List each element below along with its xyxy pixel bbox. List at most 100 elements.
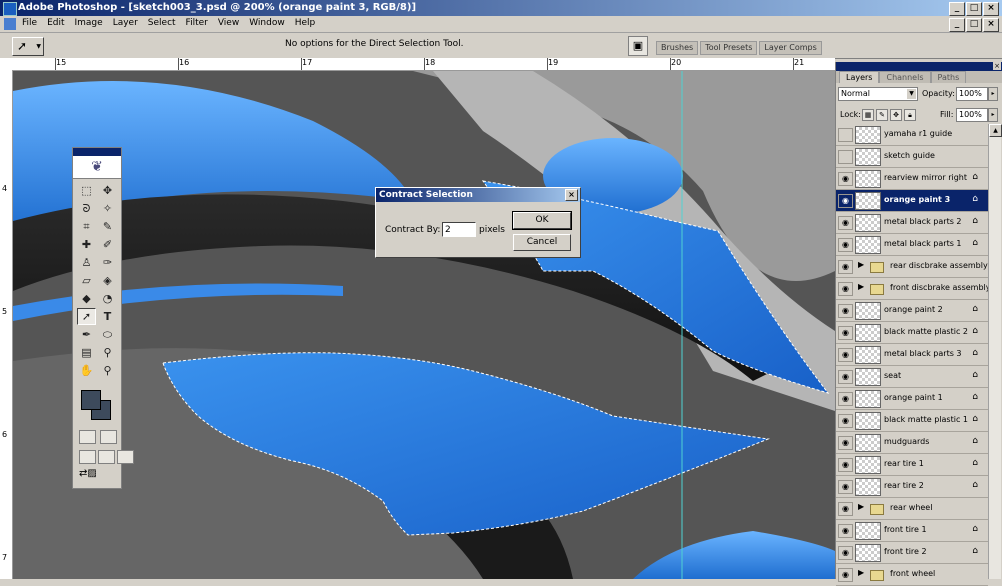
eye-icon[interactable]: ◉ [838, 282, 853, 296]
shape-tool-icon[interactable]: ⬭ [98, 326, 117, 343]
menu-file[interactable]: File [22, 18, 37, 28]
layer-row[interactable]: ◉ metal black parts 3 ⌂ [836, 344, 988, 366]
eye-icon[interactable]: ◉ [838, 458, 853, 472]
layers-palette-header[interactable]: × [836, 62, 1002, 71]
eye-icon[interactable]: ◉ [838, 480, 853, 494]
doc-close-button[interactable]: × [983, 18, 999, 32]
layer-row[interactable]: ◉ mudguards ⌂ [836, 432, 988, 454]
direct-selection-tool-icon[interactable]: ➚ [77, 308, 96, 325]
palette-close-icon[interactable]: × [993, 62, 1001, 70]
layer-row[interactable]: ◉ front tire 2 ⌂ [836, 542, 988, 564]
magic-wand-tool-icon[interactable]: ✧ [98, 200, 117, 217]
eye-icon[interactable]: ◉ [838, 546, 853, 560]
layer-row[interactable]: ◉ metal black parts 2 ⌂ [836, 212, 988, 234]
tab-layers[interactable]: Layers [839, 71, 880, 83]
expand-triangle-icon[interactable]: ▶ [858, 568, 864, 577]
dialog-title-bar[interactable]: Contract Selection × [376, 188, 580, 202]
lock-image-icon[interactable]: ✎ [876, 109, 888, 121]
visibility-toggle[interactable] [838, 128, 853, 142]
document-canvas[interactable] [13, 71, 835, 579]
menu-edit[interactable]: Edit [47, 18, 64, 28]
doc-restore-button[interactable]: □ [966, 18, 982, 32]
expand-triangle-icon[interactable]: ▶ [858, 502, 864, 511]
layer-row[interactable]: ◉ orange paint 2 ⌂ [836, 300, 988, 322]
visibility-toggle[interactable] [838, 150, 853, 164]
zoom-tool-icon[interactable]: ⚲ [98, 362, 117, 379]
menu-select[interactable]: Select [148, 18, 176, 28]
eye-icon[interactable]: ◉ [838, 502, 853, 516]
menu-help[interactable]: Help [295, 18, 316, 28]
tab-channels[interactable]: Channels [879, 71, 931, 83]
blur-tool-icon[interactable]: ◆ [77, 290, 96, 307]
layer-row[interactable]: ◉ ▶ front wheel [836, 564, 988, 586]
document-icon[interactable] [4, 18, 16, 30]
layer-row[interactable]: ◉ black matte plastic 1 ⌂ [836, 410, 988, 432]
eye-icon[interactable]: ◉ [838, 414, 853, 428]
healing-brush-tool-icon[interactable]: ✚ [77, 236, 96, 253]
ok-button[interactable]: OK [512, 211, 572, 230]
layer-row[interactable]: ◉ ▶ front discbrake assembly [836, 278, 991, 300]
blend-mode-select[interactable]: Normal ▼ [838, 87, 918, 101]
layer-row[interactable]: ◉ ▶ rear discbrake assembly [836, 256, 988, 278]
layer-row[interactable]: ◉ orange paint 3 ⌂ [836, 190, 988, 212]
crop-tool-icon[interactable]: ⌗ [77, 218, 96, 235]
standard-screen-mode-icon[interactable] [79, 450, 96, 464]
layer-row[interactable]: ◉ rearview mirror right ⌂ [836, 168, 988, 190]
tool-preset-picker[interactable]: ➚ ▼ [12, 37, 44, 56]
close-button[interactable]: × [983, 2, 999, 16]
layer-row[interactable]: ◉ black matte plastic 2 ⌂ [836, 322, 988, 344]
layer-row[interactable]: ◉ seat ⌂ [836, 366, 988, 388]
file-browser-icon[interactable]: ▣ [628, 36, 648, 56]
full-screen-mode-icon[interactable] [117, 450, 134, 464]
opacity-input[interactable]: 100% [956, 87, 988, 101]
palette-tab-tool-presets[interactable]: Tool Presets [700, 41, 758, 55]
doc-minimize-button[interactable]: _ [949, 18, 965, 32]
palette-tab-layer-comps[interactable]: Layer Comps [759, 41, 822, 55]
menu-filter[interactable]: Filter [186, 18, 208, 28]
tab-paths[interactable]: Paths [930, 71, 967, 83]
expand-triangle-icon[interactable]: ▶ [858, 282, 864, 291]
marquee-tool-icon[interactable]: ⬚ [77, 182, 96, 199]
eye-icon[interactable]: ◉ [838, 260, 853, 274]
eye-icon[interactable]: ◉ [838, 348, 853, 362]
layers-scrollbar[interactable]: ▲ [988, 124, 1002, 579]
slice-tool-icon[interactable]: ✎ [98, 218, 117, 235]
layer-row[interactable]: ◉ rear tire 2 ⌂ [836, 476, 988, 498]
type-tool-icon[interactable]: T [98, 308, 117, 325]
fill-slider-arrow-icon[interactable]: ▸ [988, 108, 998, 122]
eye-icon[interactable]: ◉ [838, 238, 853, 252]
layer-row[interactable]: ◉ orange paint 1 ⌂ [836, 388, 988, 410]
eye-icon[interactable]: ◉ [838, 392, 853, 406]
eraser-tool-icon[interactable]: ▱ [77, 272, 96, 289]
eye-icon[interactable]: ◉ [838, 172, 853, 186]
eye-icon[interactable]: ◉ [838, 216, 853, 230]
eye-icon[interactable]: ◉ [838, 304, 853, 318]
ruler-horizontal[interactable]: 15 16 17 18 19 20 21 [0, 58, 835, 71]
layer-row[interactable]: ◉ metal black parts 1 ⌂ [836, 234, 988, 256]
dialog-close-button[interactable]: × [565, 189, 578, 201]
eye-icon[interactable]: ◉ [838, 524, 853, 538]
foreground-color-swatch[interactable] [81, 390, 101, 410]
standard-mode-icon[interactable] [79, 430, 96, 444]
minimize-button[interactable]: _ [949, 2, 965, 16]
layer-row[interactable]: ◉ front tire 1 ⌂ [836, 520, 988, 542]
opacity-slider-arrow-icon[interactable]: ▸ [988, 87, 998, 101]
layer-row[interactable]: ◉ rear tire 1 ⌂ [836, 454, 988, 476]
expand-triangle-icon[interactable]: ▶ [858, 260, 864, 269]
scroll-up-icon[interactable]: ▲ [989, 124, 1002, 137]
full-screen-menu-mode-icon[interactable] [98, 450, 115, 464]
cancel-button[interactable]: Cancel [513, 234, 571, 251]
lock-all-icon[interactable]: 🔒︎ [904, 109, 916, 121]
eye-icon[interactable]: ◉ [838, 194, 853, 208]
fill-input[interactable]: 100% [956, 108, 988, 122]
eyedropper-tool-icon[interactable]: ⚲ [98, 344, 117, 361]
eye-icon[interactable]: ◉ [838, 370, 853, 384]
jump-to-imageready-icon[interactable]: ⇄▨ [79, 468, 115, 482]
lasso-tool-icon[interactable]: ᘐ [77, 200, 96, 217]
menu-view[interactable]: View [218, 18, 239, 28]
layer-row[interactable]: yamaha r1 guide [836, 124, 988, 146]
lock-position-icon[interactable]: ✥ [890, 109, 902, 121]
eye-icon[interactable]: ◉ [838, 568, 853, 582]
layer-row[interactable]: sketch guide [836, 146, 988, 168]
eye-icon[interactable]: ◉ [838, 436, 853, 450]
